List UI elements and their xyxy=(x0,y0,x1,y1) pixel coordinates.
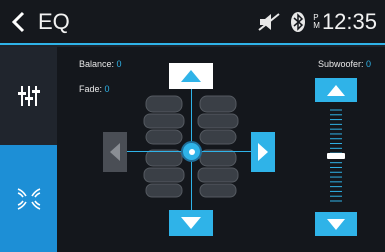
subwoofer-down-button[interactable] xyxy=(315,212,357,236)
status-area: P M 12:35 xyxy=(257,8,377,36)
fade-label: Fade: 0 xyxy=(79,84,110,94)
subwoofer-label: Subwoofer: 0 xyxy=(318,59,371,69)
back-button[interactable] xyxy=(6,8,32,36)
triangle-up-icon xyxy=(327,84,345,96)
clock: 12:35 xyxy=(321,9,377,34)
knob-center-dot xyxy=(188,148,195,155)
sidebar-item-surround[interactable] xyxy=(0,145,57,252)
subwoofer-value: 0 xyxy=(365,59,371,69)
triangle-up-icon xyxy=(181,70,201,82)
balance-value: 0 xyxy=(116,59,122,69)
ampm-indicator: P M xyxy=(313,14,320,30)
equalizer-sliders-icon xyxy=(17,86,40,106)
fade-value: 0 xyxy=(104,84,110,94)
balance-right-button[interactable] xyxy=(251,132,275,172)
subwoofer-label-text: Subwoofer: xyxy=(317,59,364,69)
triangle-down-icon xyxy=(181,217,201,229)
page-title: EQ xyxy=(38,9,70,34)
subwoofer-up-button[interactable] xyxy=(315,78,357,102)
fade-front-button[interactable] xyxy=(169,63,213,89)
balance-left-button[interactable] xyxy=(103,132,127,172)
triangle-left-icon xyxy=(110,143,120,161)
chevron-left-icon xyxy=(11,11,25,33)
bluetooth-icon xyxy=(291,12,306,32)
fade-label-text: Fade: xyxy=(79,84,103,94)
top-bar: EQ P M 12:35 xyxy=(0,0,385,45)
subwoofer-level-thumb[interactable] xyxy=(327,152,345,159)
triangle-right-icon xyxy=(258,143,268,161)
balance-label: Balance: 0 xyxy=(79,59,122,69)
sidebar xyxy=(0,47,57,252)
balance-label-text: Balance: xyxy=(79,59,115,69)
speaker-muted-icon xyxy=(258,13,280,31)
triangle-down-icon xyxy=(327,218,345,230)
surround-speakers-icon xyxy=(17,187,40,210)
fade-rear-button[interactable] xyxy=(169,210,213,236)
sidebar-item-eq[interactable] xyxy=(0,47,57,145)
balance-fade-knob[interactable] xyxy=(181,141,202,162)
ampm-bottom: M xyxy=(313,21,320,30)
